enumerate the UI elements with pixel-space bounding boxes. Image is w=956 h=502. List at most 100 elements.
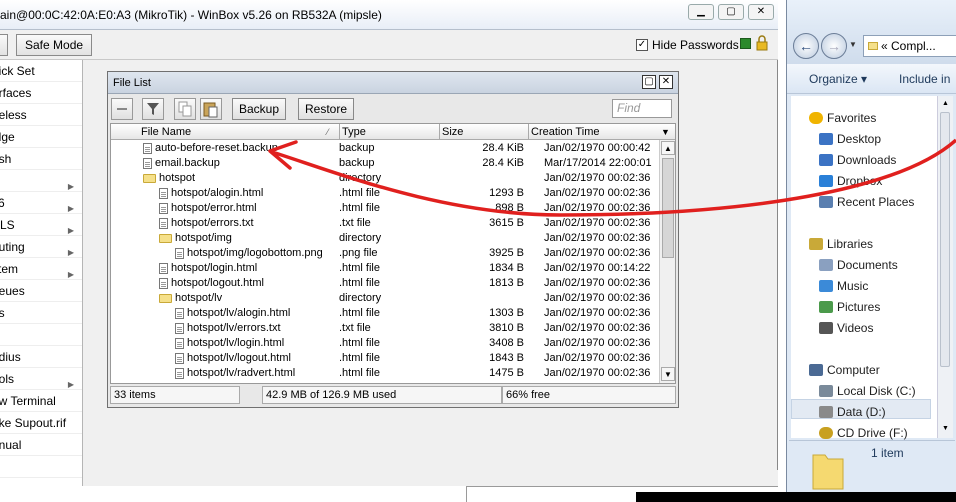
nav-item[interactable]: Local Disk (C:) — [819, 381, 916, 401]
backup-button[interactable]: Backup — [232, 98, 287, 120]
nav-item[interactable]: Computer — [809, 360, 880, 380]
sidebar-item-label: erfaces — [0, 86, 32, 100]
back-button[interactable]: ← — [793, 33, 819, 59]
paste-button[interactable] — [200, 98, 222, 120]
organize-button[interactable]: Organize ▾ — [809, 72, 867, 86]
file-row[interactable]: hotspot/lv/errors.txt .txt file 3810 B Jan/… — [111, 321, 659, 336]
file-list-titlebar[interactable]: File List ▢ ✕ — [108, 72, 678, 94]
sidebar-item[interactable]: idge — [0, 126, 82, 148]
nav-item-label: Videos — [837, 321, 874, 335]
nav-item[interactable]: Recent Places — [819, 192, 914, 212]
file-row[interactable]: hotspot/img/logobottom.png .png file 3925 … — [111, 246, 659, 261]
file-row[interactable]: hotspot/errors.txt .txt file 3615 B Jan/02/… — [111, 216, 659, 231]
sidebar-item[interactable]: erfaces — [0, 82, 82, 104]
file-row[interactable]: hotspot/login.html .html file 1834 B Jan/02… — [111, 261, 659, 276]
filter-button[interactable] — [142, 98, 164, 120]
sidebar-item[interactable]: adius — [0, 346, 82, 368]
sidebar-item[interactable]: PLS▶ — [0, 214, 82, 236]
nav-item[interactable]: Pictures — [819, 297, 880, 317]
file-row[interactable]: hotspot/lv/radvert.html .html file 1475 B J… — [111, 366, 659, 381]
winbox-workspace-bottom — [83, 470, 778, 486]
column-size[interactable]: Size — [442, 125, 463, 139]
minimize-button[interactable]: ▁ — [688, 4, 714, 20]
forward-button[interactable]: → — [821, 33, 847, 59]
file-list-maximize-button[interactable]: ▢ — [642, 75, 656, 89]
file-row[interactable]: hotspot directory Jan/02/1970 00:02:36 — [111, 171, 659, 186]
sidebar-item[interactable]: ueues — [0, 280, 82, 302]
remove-button[interactable] — [111, 98, 133, 120]
sidebar-item-label: ueues — [0, 284, 25, 298]
nav-item[interactable]: Music — [819, 276, 868, 296]
close-button[interactable]: ✕ — [748, 4, 774, 20]
undo-button[interactable] — [0, 34, 8, 56]
nav-scroll-thumb[interactable] — [940, 112, 950, 367]
sidebar-item[interactable]: outing▶ — [0, 236, 82, 258]
copy-button[interactable] — [174, 98, 196, 120]
sidebar-item[interactable]: ▶ — [0, 170, 82, 192]
scroll-up-icon[interactable]: ▲ — [661, 141, 675, 155]
nav-item[interactable]: Downloads — [819, 150, 896, 170]
file-row[interactable]: email.backup backup 28.4 KiB Mar/17/2014 22… — [111, 156, 659, 171]
nav-item[interactable]: Dropbox — [819, 171, 882, 191]
nav-item-label: Favorites — [827, 111, 877, 125]
nav-item[interactable]: Data (D:) — [819, 402, 886, 422]
file-icon — [175, 353, 184, 364]
address-bar[interactable]: « Compl... — [863, 35, 956, 57]
column-file-name[interactable]: File Name — [141, 125, 191, 139]
winbox-titlebar[interactable]: ain@00:0C:42:0A:E0:A3 (MikroTik) - WinBo… — [0, 0, 778, 30]
sidebar-item[interactable]: ools▶ — [0, 368, 82, 390]
scroll-thumb[interactable] — [662, 158, 674, 258]
sidebar-item[interactable]: it — [0, 456, 82, 478]
column-creation-time[interactable]: Creation Time — [531, 125, 599, 139]
nav-item[interactable]: Favorites — [809, 108, 876, 128]
sidebar-item[interactable]: es — [0, 302, 82, 324]
sidebar-item[interactable]: ake Supout.rif — [0, 412, 82, 434]
file-row[interactable]: hotspot/lv/login.html .html file 3408 B Jan… — [111, 336, 659, 351]
file-name-text: hotspot/img/logobottom.png — [187, 247, 323, 259]
file-row[interactable]: auto-before-reset.backup backup 28.4 KiB Ja… — [111, 141, 659, 156]
file-row[interactable]: hotspot/img directory Jan/02/1970 00:02:36 — [111, 231, 659, 246]
file-time-cell: Jan/02/1970 00:02:36 — [544, 367, 651, 379]
file-row[interactable]: hotspot/lv/logout.html .html file 1843 B Ja… — [111, 351, 659, 366]
file-list-close-button[interactable]: ✕ — [659, 75, 673, 89]
maximize-button[interactable]: ▢ — [718, 4, 744, 20]
recent-locations-icon[interactable]: ▼ — [849, 40, 857, 49]
find-input[interactable]: Find — [612, 99, 672, 118]
safe-mode-button[interactable]: Safe Mode — [16, 34, 93, 56]
sidebar-item[interactable]: g — [0, 324, 82, 346]
navigation-pane: Favorites Desktop Downloads Dropbox Recent P… — [791, 96, 937, 440]
file-type-cell: backup — [339, 157, 375, 169]
restore-button[interactable]: Restore — [298, 98, 355, 120]
sidebar-item[interactable]: ew Terminal — [0, 390, 82, 412]
column-menu-icon[interactable]: ▼ — [661, 125, 670, 139]
file-grid-scrollbar[interactable]: ▲ ▼ — [659, 140, 675, 383]
sidebar-item-label: stem — [0, 262, 19, 276]
nav-item[interactable]: Desktop — [819, 129, 881, 149]
hide-passwords-checkbox[interactable]: ✓ — [636, 39, 648, 51]
include-in-library-button[interactable]: Include in — [899, 72, 950, 86]
hide-passwords[interactable]: ✓ Hide Passwords — [636, 38, 739, 52]
sidebar-item[interactable]: ireless — [0, 104, 82, 126]
sidebar-item[interactable]: uick Set — [0, 60, 82, 82]
sidebar-item[interactable]: esh — [0, 148, 82, 170]
file-name-cell: hotspot/lv/login.html — [175, 336, 284, 351]
file-type-cell: .txt file — [339, 217, 371, 229]
nav-item-label: Data (D:) — [837, 405, 886, 419]
nav-item[interactable]: Documents — [819, 255, 898, 275]
file-row[interactable]: hotspot/logout.html .html file 1813 B Jan/0… — [111, 276, 659, 291]
file-row[interactable]: hotspot/alogin.html .html file 1293 B Jan/0… — [111, 186, 659, 201]
file-row[interactable]: hotspot/error.html .html file 898 B Jan/02/… — [111, 201, 659, 216]
scroll-down-icon[interactable]: ▼ — [661, 367, 675, 381]
sidebar-item[interactable]: v6▶ — [0, 192, 82, 214]
sidebar-item[interactable]: stem▶ — [0, 258, 82, 280]
file-row[interactable]: hotspot/lv/alogin.html .html file 1303 B Ja… — [111, 306, 659, 321]
navigation-pane-scrollbar[interactable]: ▲ ▼ — [937, 96, 953, 438]
nav-scroll-up-icon[interactable]: ▲ — [939, 97, 952, 110]
sidebar-item[interactable]: anual — [0, 434, 82, 456]
nav-item[interactable]: Libraries — [809, 234, 873, 254]
file-time-cell: Jan/02/1970 00:14:22 — [544, 262, 651, 274]
nav-scroll-down-icon[interactable]: ▼ — [939, 422, 952, 435]
column-type[interactable]: Type — [342, 125, 366, 139]
nav-item[interactable]: Videos — [819, 318, 873, 338]
file-row[interactable]: hotspot/lv directory Jan/02/1970 00:02:36 — [111, 291, 659, 306]
